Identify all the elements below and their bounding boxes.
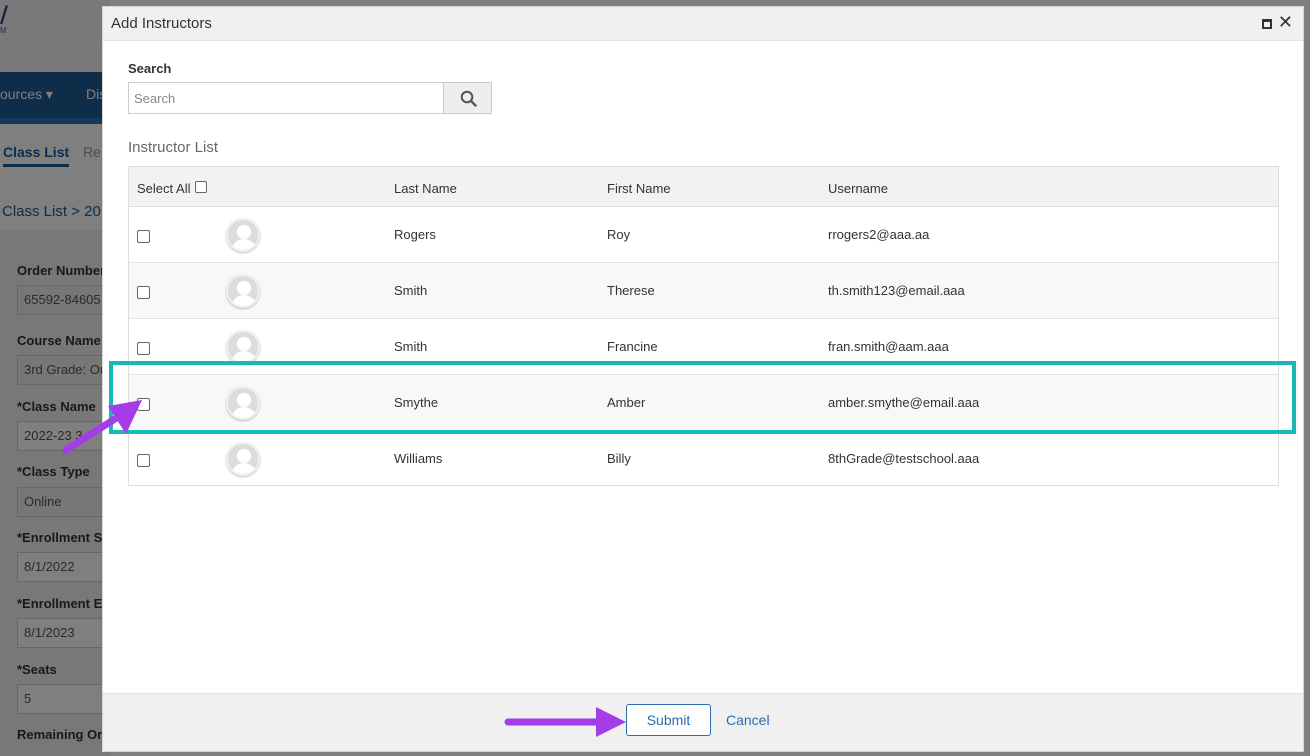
avatar-icon — [226, 442, 260, 476]
cancel-link[interactable]: Cancel — [726, 712, 770, 728]
username-cell: fran.smith@aam.aaa — [828, 339, 949, 354]
table-row[interactable]: Rogers Roy rrogers2@aaa.aa — [129, 207, 1278, 263]
last-name-cell: Smith — [394, 339, 428, 354]
close-icon[interactable]: ✕ — [1278, 12, 1293, 32]
first-name-cell: Therese — [607, 283, 655, 298]
last-name-cell: Williams — [394, 451, 443, 466]
username-cell: th.smith123@email.aaa — [828, 283, 965, 298]
select-all-checkbox[interactable] — [195, 181, 207, 193]
column-last-name[interactable]: Last Name — [394, 181, 457, 196]
row-checkbox[interactable] — [137, 342, 150, 355]
avatar-icon — [226, 274, 260, 308]
username-cell: 8thGrade@testschool.aaa — [828, 451, 980, 466]
search-input[interactable] — [128, 82, 444, 114]
table-row[interactable]: Williams Billy 8thGrade@testschool.aaa — [129, 431, 1278, 487]
arrow-to-submit-icon — [504, 707, 626, 737]
column-username[interactable]: Username — [828, 181, 888, 196]
username-cell: rrogers2@aaa.aa — [828, 227, 930, 242]
first-name-cell: Roy — [607, 227, 631, 242]
row-checkbox[interactable] — [137, 286, 150, 299]
dialog-header: Add Instructors ✕ — [103, 7, 1303, 41]
first-name-cell: Billy — [607, 451, 631, 466]
search-button[interactable] — [443, 82, 492, 114]
maximize-icon[interactable] — [1262, 19, 1272, 29]
last-name-cell: Smith — [394, 283, 428, 298]
highlight-box — [109, 361, 1296, 434]
submit-button[interactable]: Submit — [626, 704, 711, 736]
search-label: Search — [128, 61, 172, 76]
row-checkbox[interactable] — [137, 230, 150, 243]
table-row[interactable]: Smith Therese th.smith123@email.aaa — [129, 263, 1278, 319]
search-icon — [460, 90, 477, 107]
select-all-label: Select All — [137, 181, 191, 196]
dialog-footer: Submit Cancel — [103, 693, 1303, 751]
table-header: Select All Last Name First Name Username — [129, 167, 1278, 207]
avatar-icon — [226, 330, 260, 364]
column-first-name[interactable]: First Name — [607, 181, 671, 196]
instructor-list-title: Instructor List — [128, 139, 219, 156]
first-name-cell: Francine — [607, 339, 658, 354]
instructor-table: Select All Last Name First Name Username… — [128, 166, 1279, 486]
last-name-cell: Rogers — [394, 227, 436, 242]
avatar-icon — [226, 218, 260, 252]
dialog-title: Add Instructors — [111, 15, 212, 32]
arrow-to-checkbox-icon — [62, 400, 142, 454]
